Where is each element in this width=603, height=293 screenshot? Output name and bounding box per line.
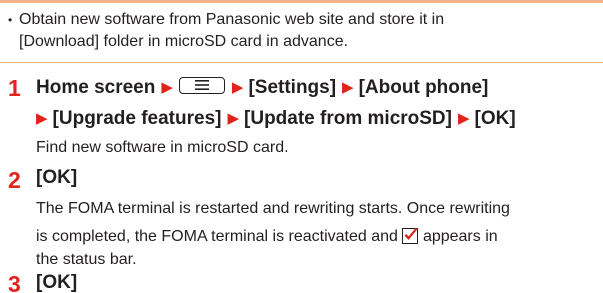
step-1-update-from-microsd: [Update from microSD] [244,108,452,129]
triangle-right-icon: ▶ [161,79,173,96]
step-2-description-line-2-start: is completed, the FOMA terminal is react… [36,228,398,245]
note-line-1: Obtain new software from Panasonic web s… [19,11,445,28]
triangle-right-icon: ▶ [36,110,48,127]
step-1-ok: [OK] [474,108,516,129]
top-divider [0,0,603,3]
step-3-number: 3 [8,271,21,293]
triangle-right-icon: ▶ [342,79,354,96]
step-1-number: 1 [8,75,21,101]
step-1-upgrade-features: [Upgrade features] [52,108,222,129]
menu-key-icon [178,77,225,95]
step-1-instruction-line-2: ▶ [Upgrade features] ▶ [Update from microSD… [36,106,516,133]
triangle-right-icon: ▶ [227,110,240,127]
step-1-description: Find new software in microSD card. [36,139,289,156]
section-divider [0,62,603,63]
step-3-action: [OK] [36,272,78,293]
step-1-settings: [Settings] [248,77,337,98]
note-line-2: [Download] folder in microSD card in adv… [19,33,349,50]
step-1-home-screen: Home screen [36,77,156,98]
step-2-description-line-2-end: appears in [422,228,498,245]
step-1-instruction-line-1: Home screen ▶ ▶ [Settings] ▶ [About phone] [36,75,488,102]
bullet-icon: • [8,13,13,27]
triangle-right-icon: ▶ [231,79,244,96]
update-checkmark-icon [401,226,419,245]
step-2-description-line-1: The FOMA terminal is restarted and rewri… [36,200,510,217]
preparation-note: • Obtain new software from Panasonic web… [8,9,578,53]
step-1-about-phone: [About phone] [358,77,489,98]
step-2-action: [OK] [36,167,78,188]
triangle-right-icon: ▶ [457,110,470,127]
step-2-number: 2 [8,167,21,193]
